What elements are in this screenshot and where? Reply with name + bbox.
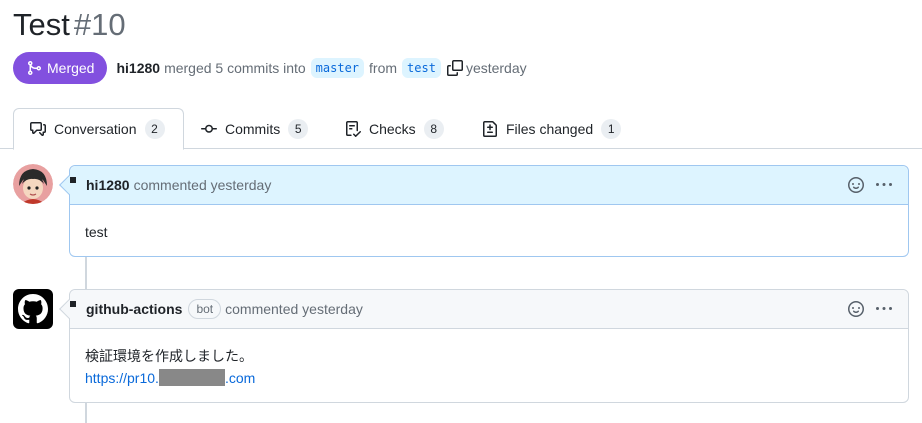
comment-body: test: [70, 205, 908, 259]
github-mark-icon: [18, 294, 48, 324]
comment-header: hi1280 commented yesterday: [70, 166, 908, 205]
merge-time: yesterday: [465, 60, 527, 76]
comment-actions: [836, 301, 892, 317]
comment-text: 検証環境を作成しました。: [85, 348, 253, 364]
merged-badge: Merged: [13, 52, 108, 84]
tab-checks-count: 8: [423, 118, 444, 139]
comment-actions: [836, 177, 892, 193]
tab-commits-count: 5: [288, 118, 309, 139]
file-diff-icon: [483, 120, 497, 137]
comment-text: test: [85, 224, 108, 240]
comment-github-actions: github-actions bot commented yesterday 検…: [59, 289, 909, 405]
comment-hi1280: hi1280 commented yesterday test: [59, 165, 909, 259]
comment-author-link[interactable]: hi1280: [86, 177, 130, 193]
comment-header: github-actions bot commented yesterday: [70, 290, 908, 329]
smiley-icon[interactable]: [848, 177, 864, 193]
tab-files-changed[interactable]: Files changed 1: [482, 108, 622, 149]
git-commit-icon: [201, 124, 217, 133]
pr-meta: Merged hi1280 merged 5 commits into mast…: [13, 52, 527, 84]
avatar-github-actions[interactable]: [13, 289, 53, 329]
pr-title: Test: [13, 7, 70, 42]
tab-checks[interactable]: Checks 8: [345, 108, 444, 149]
timeline-line: [85, 256, 87, 290]
merge-text: merged 5 commits into: [164, 60, 306, 76]
tab-conversation[interactable]: Conversation 2: [13, 108, 184, 150]
pr-author-link[interactable]: hi1280: [116, 60, 160, 76]
kebab-icon[interactable]: [876, 301, 892, 317]
comment-author-link[interactable]: github-actions: [86, 301, 182, 317]
smiley-icon[interactable]: [848, 301, 864, 317]
tab-commits-label: Commits: [225, 120, 281, 137]
base-branch[interactable]: master: [310, 58, 365, 78]
copy-icon[interactable]: [446, 60, 463, 76]
checklist-icon: [346, 120, 361, 137]
pr-number: #10: [73, 7, 126, 42]
page-title: Test #10: [13, 6, 126, 44]
redacted-block: [158, 369, 225, 386]
from-text: from: [369, 60, 398, 76]
head-branch[interactable]: test: [402, 58, 441, 78]
preview-link[interactable]: https://pr10. .com: [85, 369, 256, 386]
git-merge-icon: [28, 61, 42, 75]
comment-body: 検証環境を作成しました。 https://pr10. .com: [70, 329, 908, 405]
tab-checks-label: Checks: [369, 120, 416, 137]
tab-commits[interactable]: Commits 5: [201, 108, 309, 149]
comment-action: commented yesterday: [225, 301, 363, 317]
tab-files-changed-count: 1: [601, 118, 622, 139]
tab-files-changed-label: Files changed: [506, 120, 594, 137]
tab-conversation-count: 2: [144, 119, 165, 139]
avatar-hi1280[interactable]: [13, 164, 53, 204]
timeline-line: [85, 402, 87, 423]
link-suffix: .com: [224, 370, 256, 386]
comment-discussion-icon: [30, 122, 46, 136]
kebab-icon[interactable]: [876, 177, 892, 193]
link-prefix: https://pr10.: [85, 370, 159, 386]
pr-tabs: Conversation 2 Commits 5 Checks 8 Files …: [0, 108, 922, 150]
comment-action: commented yesterday: [133, 177, 272, 193]
state-label: Merged: [47, 60, 95, 76]
tab-conversation-label: Conversation: [54, 121, 137, 137]
bot-badge: bot: [188, 299, 222, 319]
